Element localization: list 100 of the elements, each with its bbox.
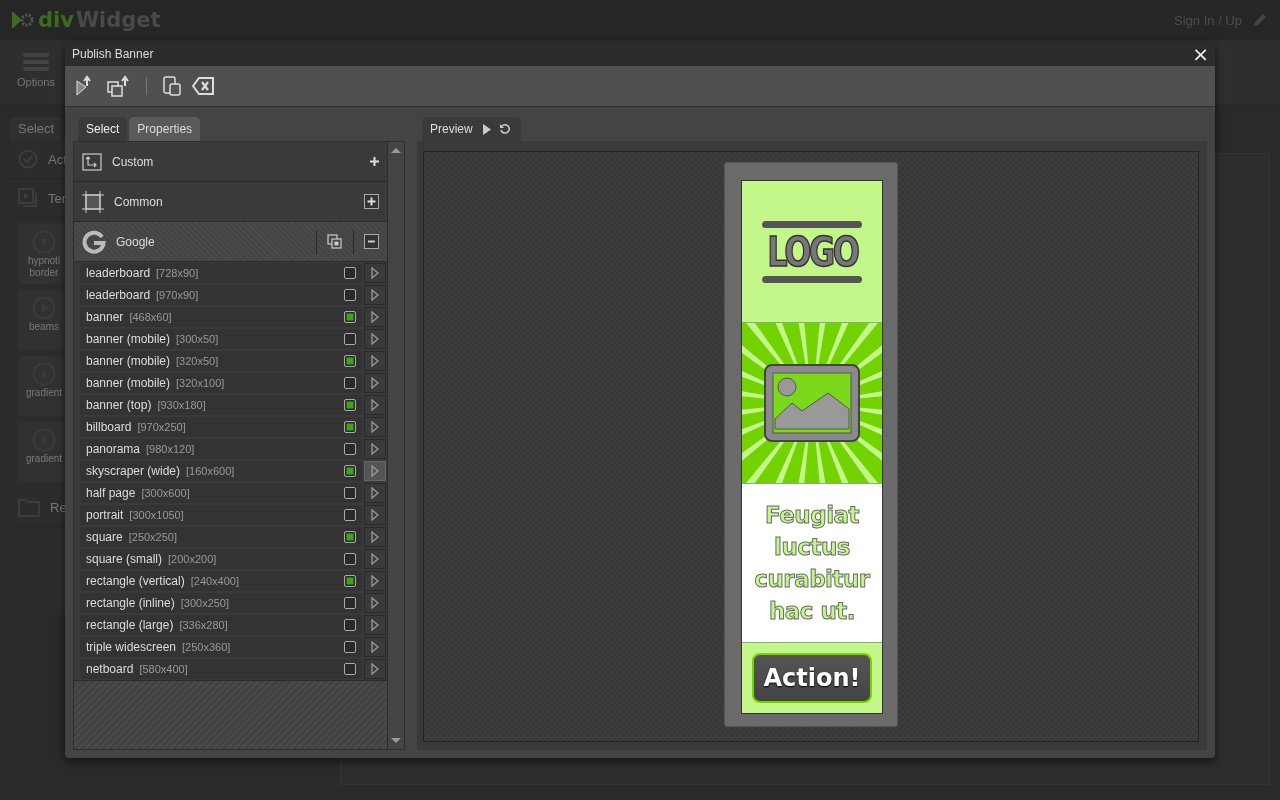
format-item[interactable]: skyscraper (wide) [160x600] — [80, 461, 362, 481]
play-arrow-icon — [371, 377, 379, 389]
preview-arrow-button[interactable] — [364, 659, 386, 679]
format-item[interactable]: leaderboard [970x90] — [80, 285, 362, 305]
expand-icon[interactable] — [364, 194, 379, 209]
clear-icon[interactable] — [192, 77, 214, 95]
preview-arrow-button[interactable] — [364, 505, 386, 525]
checkbox[interactable] — [344, 399, 356, 411]
play-arrow-icon — [371, 399, 379, 411]
preview-arrow-button[interactable] — [364, 637, 386, 657]
preview-arrow-button[interactable] — [364, 263, 386, 283]
play-arrow-icon — [371, 487, 379, 499]
checkbox[interactable] — [344, 289, 356, 301]
format-item[interactable]: square (small) [200x200] — [80, 549, 362, 569]
devices-icon[interactable] — [162, 76, 182, 96]
play-arrow-icon — [371, 267, 379, 279]
checkbox[interactable] — [344, 421, 356, 433]
checkbox[interactable] — [344, 487, 356, 499]
dialog-title: Publish Banner — [72, 47, 154, 61]
play-arrow-icon — [371, 355, 379, 367]
preview-arrow-button[interactable] — [364, 417, 386, 437]
checkbox[interactable] — [344, 553, 356, 565]
checkbox[interactable] — [344, 267, 356, 279]
copy-icon[interactable] — [327, 233, 343, 250]
preview-arrow-button[interactable] — [364, 593, 386, 613]
preview-arrow-button[interactable] — [364, 395, 386, 415]
checkbox[interactable] — [344, 311, 356, 323]
checkbox[interactable] — [344, 663, 356, 675]
preview-arrow-button[interactable] — [364, 439, 386, 459]
checkbox[interactable] — [344, 465, 356, 477]
checkbox[interactable] — [344, 575, 356, 587]
format-item[interactable]: rectangle (inline) [300x250] — [80, 593, 362, 613]
checkbox[interactable] — [344, 641, 356, 653]
play-arrow-icon — [371, 553, 379, 565]
group-header[interactable]: Google — [74, 222, 387, 262]
logo-prefix: div — [38, 8, 74, 32]
play-icon[interactable] — [482, 123, 491, 135]
scrollbar[interactable] — [387, 142, 404, 749]
plus-icon[interactable] — [370, 157, 379, 166]
play-arrow-icon — [371, 575, 379, 587]
preview-arrow-button[interactable] — [364, 285, 386, 305]
format-item[interactable]: banner (mobile) [320x50] — [80, 351, 362, 371]
preview-arrow-button[interactable] — [364, 615, 386, 635]
format-item[interactable]: leaderboard [728x90] — [80, 263, 362, 283]
format-item[interactable]: triple widescreen [250x360] — [80, 637, 362, 657]
group-label: Custom — [112, 154, 155, 169]
group-label: Common — [114, 194, 164, 209]
format-item[interactable]: billboard [970x250] — [80, 417, 362, 437]
preview-arrow-button[interactable] — [364, 549, 386, 569]
checkbox[interactable] — [344, 619, 356, 631]
preview-arrow-button[interactable] — [364, 307, 386, 327]
layers-upload-icon[interactable] — [107, 75, 131, 97]
format-item[interactable]: panorama [980x120] — [80, 439, 362, 459]
scroll-down-icon[interactable] — [390, 737, 402, 745]
checkbox[interactable] — [344, 333, 356, 345]
checkbox[interactable] — [344, 531, 356, 543]
preview-arrow-button[interactable] — [364, 373, 386, 393]
checkbox[interactable] — [344, 355, 356, 367]
checkbox[interactable] — [344, 443, 356, 455]
format-item[interactable]: rectangle (large) [336x280] — [80, 615, 362, 635]
tile-label: beams — [29, 321, 59, 332]
preview-arrow-button[interactable] — [364, 483, 386, 503]
collapse-icon[interactable] — [364, 234, 379, 249]
group-label: Google — [116, 234, 156, 249]
checkbox[interactable] — [344, 509, 356, 521]
preview-tab[interactable]: Preview — [422, 117, 521, 141]
panel-tab[interactable]: Properties — [129, 117, 201, 141]
banner-headline: Feugiat luctus curabitur hac ut. — [753, 500, 871, 627]
preview-arrow-button[interactable] — [364, 351, 386, 371]
tile-label: gradient — [25, 387, 63, 398]
crop-frame-icon — [82, 190, 104, 213]
close-button[interactable]: × — [1192, 44, 1209, 64]
panel-tab[interactable]: Select — [78, 117, 128, 141]
format-item[interactable]: portrait [300x1050] — [80, 505, 362, 525]
preview-arrow-button[interactable] — [364, 527, 386, 547]
tile-label: border — [29, 267, 59, 278]
format-item[interactable]: banner (top) [930x180] — [80, 395, 362, 415]
action-button[interactable]: Action! — [752, 653, 872, 703]
checkbox[interactable] — [344, 597, 356, 609]
logo-text: LOGO — [766, 231, 858, 272]
play-arrow-icon — [371, 509, 379, 521]
tile-label: gradient — [25, 453, 63, 464]
format-item[interactable]: banner (mobile) [300x50] — [80, 329, 362, 349]
format-item[interactable]: rectangle (vertical) [240x400] — [80, 571, 362, 591]
play-arrow-icon — [371, 663, 379, 675]
preview-arrow-button[interactable] — [364, 571, 386, 591]
format-item[interactable]: netboard [580x400] — [80, 659, 362, 679]
tile-label: hypnoti — [27, 255, 61, 266]
preview-arrow-button[interactable] — [364, 329, 386, 349]
checkbox[interactable] — [344, 377, 356, 389]
reload-icon[interactable] — [498, 123, 511, 135]
g-letter-icon — [82, 229, 106, 254]
play-arrow-icon — [371, 641, 379, 653]
format-item[interactable]: half page [300x600] — [80, 483, 362, 503]
format-item[interactable]: banner [468x60] — [80, 307, 362, 327]
format-item[interactable]: banner (mobile) [320x100] — [80, 373, 362, 393]
format-item[interactable]: square [250x250] — [80, 527, 362, 547]
play-arrow-icon — [371, 619, 379, 631]
play-arrow-icon — [371, 465, 379, 477]
play-arrow-icon — [371, 289, 379, 301]
